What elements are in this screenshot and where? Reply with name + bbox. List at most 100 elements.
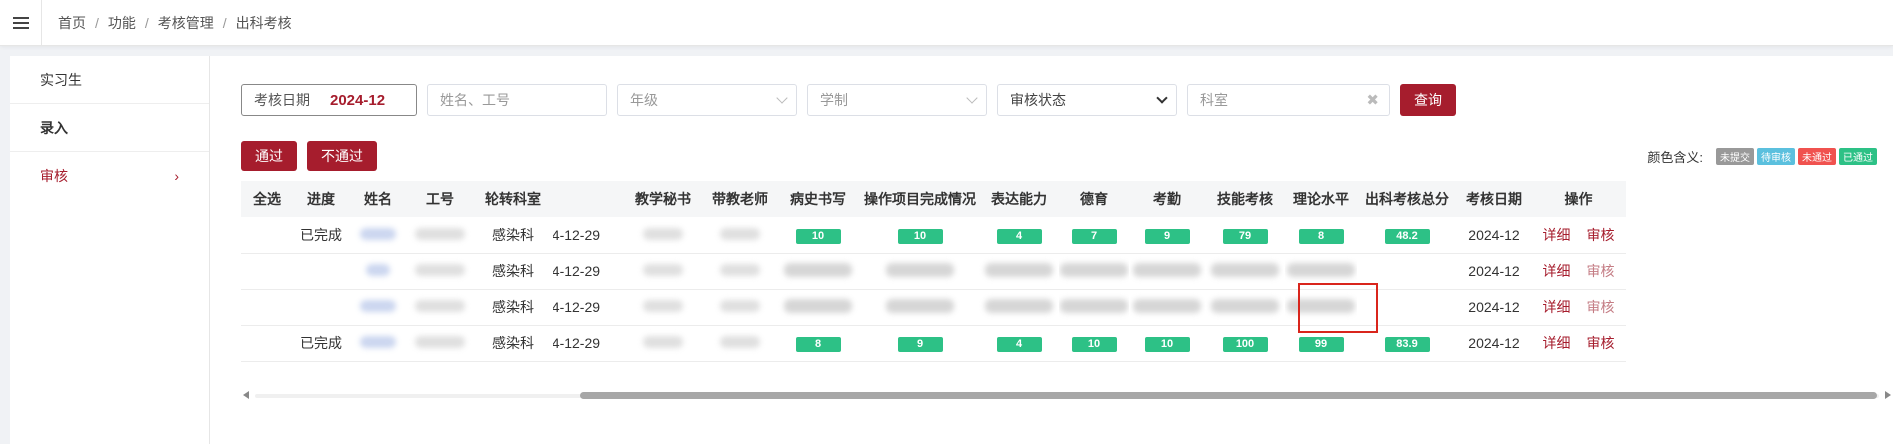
scroll-right-icon[interactable]: [1885, 391, 1891, 399]
total-score-cell: [1357, 253, 1457, 290]
grade-select[interactable]: 年级: [617, 84, 797, 116]
row-checkbox-cell[interactable]: [241, 325, 293, 362]
redacted-teacher: [720, 264, 760, 276]
id-cell: [407, 325, 473, 362]
table-row[interactable]: 感染科 24-12-29 2024-12: [241, 289, 1626, 326]
review-link[interactable]: 审核: [1587, 299, 1615, 315]
main-panel: 实习生 录入 审核 › 考核日期 2024-12 姓名、工号 年级 学制 审核状…: [10, 56, 1893, 444]
name-cell[interactable]: [349, 253, 407, 290]
scrollbar-thumb[interactable]: [580, 392, 1877, 399]
table-row[interactable]: 感染科 24-12-29 2024-12: [241, 253, 1626, 290]
total-score-badge: 48.2: [1384, 228, 1430, 244]
row-checkbox-cell[interactable]: [241, 217, 293, 254]
table-row[interactable]: 已完成 感染科 24-12-29 10 10 4 7 9 79 8: [241, 217, 1626, 254]
breadcrumb-function[interactable]: 功能: [108, 13, 136, 33]
scroll-left-icon[interactable]: [243, 391, 249, 399]
dept-cell: 感染科: [473, 253, 553, 290]
name-cell[interactable]: [349, 217, 407, 254]
redacted-id: [415, 300, 465, 312]
pass-button[interactable]: 通过: [241, 141, 297, 171]
name-cell[interactable]: [349, 289, 407, 326]
review-link[interactable]: 审核: [1587, 263, 1615, 279]
sidebar-item-entry[interactable]: 录入: [10, 104, 209, 152]
detail-link[interactable]: 详细: [1543, 335, 1571, 351]
column-header: 表达能力: [979, 181, 1059, 217]
score-cell: 10: [861, 217, 979, 254]
score-cell: 9: [861, 325, 979, 362]
redacted-score: [1211, 298, 1279, 313]
teacher-cell: [705, 217, 775, 254]
score-badge: 10: [1144, 337, 1190, 352]
score-badge: 9: [897, 337, 943, 352]
exam-date-cell: 2024-12: [1457, 253, 1531, 290]
column-header: 理论水平: [1285, 181, 1357, 217]
detail-link[interactable]: 详细: [1543, 263, 1571, 279]
sidebar-item-intern[interactable]: 实习生: [10, 56, 209, 104]
score-cell: 99: [1285, 325, 1357, 362]
review-link[interactable]: 审核: [1587, 227, 1615, 243]
redacted-secretary: [643, 300, 683, 312]
teacher-cell: [705, 289, 775, 326]
score-cell: [1285, 289, 1357, 326]
fail-button[interactable]: 不通过: [307, 141, 377, 171]
score-badge: 10: [1071, 337, 1117, 352]
sidebar: 实习生 录入 审核 ›: [10, 56, 210, 444]
search-button[interactable]: 查询: [1400, 84, 1456, 116]
name-cell[interactable]: [349, 325, 407, 362]
redacted-score: [784, 262, 852, 277]
progress-cell: 已完成: [293, 325, 349, 362]
department-select[interactable]: 科室 ✖: [1187, 84, 1390, 116]
redacted-score: [1287, 298, 1355, 313]
row-checkbox-cell[interactable]: [241, 289, 293, 326]
system-select[interactable]: 学制: [807, 84, 987, 116]
score-cell: [1129, 289, 1205, 326]
table-row[interactable]: 已完成 感染科 24-12-29 8 9 4 10 10 100 99: [241, 325, 1626, 362]
operations-cell: 详细 审核: [1531, 217, 1626, 254]
sidebar-item-review[interactable]: 审核 ›: [10, 152, 209, 200]
detail-link[interactable]: 详细: [1543, 227, 1571, 243]
score-cell: [1205, 289, 1285, 326]
breadcrumb-current: 出科考核: [235, 14, 292, 31]
score-cell: [979, 253, 1059, 290]
status-select[interactable]: 审核状态: [997, 84, 1177, 116]
review-link[interactable]: 审核: [1587, 335, 1615, 351]
score-cell: 8: [1285, 217, 1357, 254]
redacted-teacher: [720, 227, 760, 240]
column-header: 工号: [407, 181, 473, 217]
clear-icon[interactable]: ✖: [1366, 91, 1379, 109]
legend-tag-failed: 未通过: [1798, 148, 1836, 165]
redacted-score: [886, 298, 954, 313]
column-header: 教学秘书: [621, 181, 705, 217]
exam-date-picker[interactable]: 考核日期 2024-12: [241, 84, 417, 116]
rotation-date-cell: 24-12-29: [553, 253, 621, 290]
operations-cell: 详细 审核: [1531, 325, 1626, 362]
column-header: 病史书写: [775, 181, 861, 217]
breadcrumb-separator: /: [222, 14, 227, 31]
detail-link[interactable]: 详细: [1543, 299, 1571, 315]
teacher-cell: [705, 253, 775, 290]
breadcrumb-home[interactable]: 首页: [58, 13, 86, 33]
horizontal-scrollbar[interactable]: [241, 389, 1893, 401]
redacted-score: [985, 298, 1053, 313]
row-checkbox-cell[interactable]: [241, 253, 293, 290]
score-cell: 4: [979, 217, 1059, 254]
secretary-cell: [621, 289, 705, 326]
score-cell: 10: [1059, 325, 1129, 362]
score-badge: 9: [1144, 228, 1190, 244]
total-score-cell: 48.2: [1357, 217, 1457, 254]
dept-cell: 感染科: [473, 289, 553, 326]
chevron-down-icon: [1156, 92, 1168, 104]
legend-tag-pending: 待审核: [1757, 148, 1795, 165]
menu-toggle-icon[interactable]: [0, 0, 42, 46]
color-legend: 颜色含义: 未提交 待审核 未通过 已通过: [1647, 147, 1877, 166]
select-all-header[interactable]: 全选: [241, 181, 293, 217]
score-badge: 10: [795, 228, 841, 244]
secretary-cell: [621, 253, 705, 290]
legend-tag-passed: 已通过: [1839, 148, 1877, 165]
breadcrumb-exam-management[interactable]: 考核管理: [158, 13, 214, 33]
exam-date-cell: 2024-12: [1457, 289, 1531, 326]
score-cell: 4: [979, 325, 1059, 362]
redacted-score: [784, 298, 852, 313]
status-select-value: 审核状态: [1010, 92, 1066, 108]
name-id-input[interactable]: 姓名、工号: [427, 84, 607, 116]
